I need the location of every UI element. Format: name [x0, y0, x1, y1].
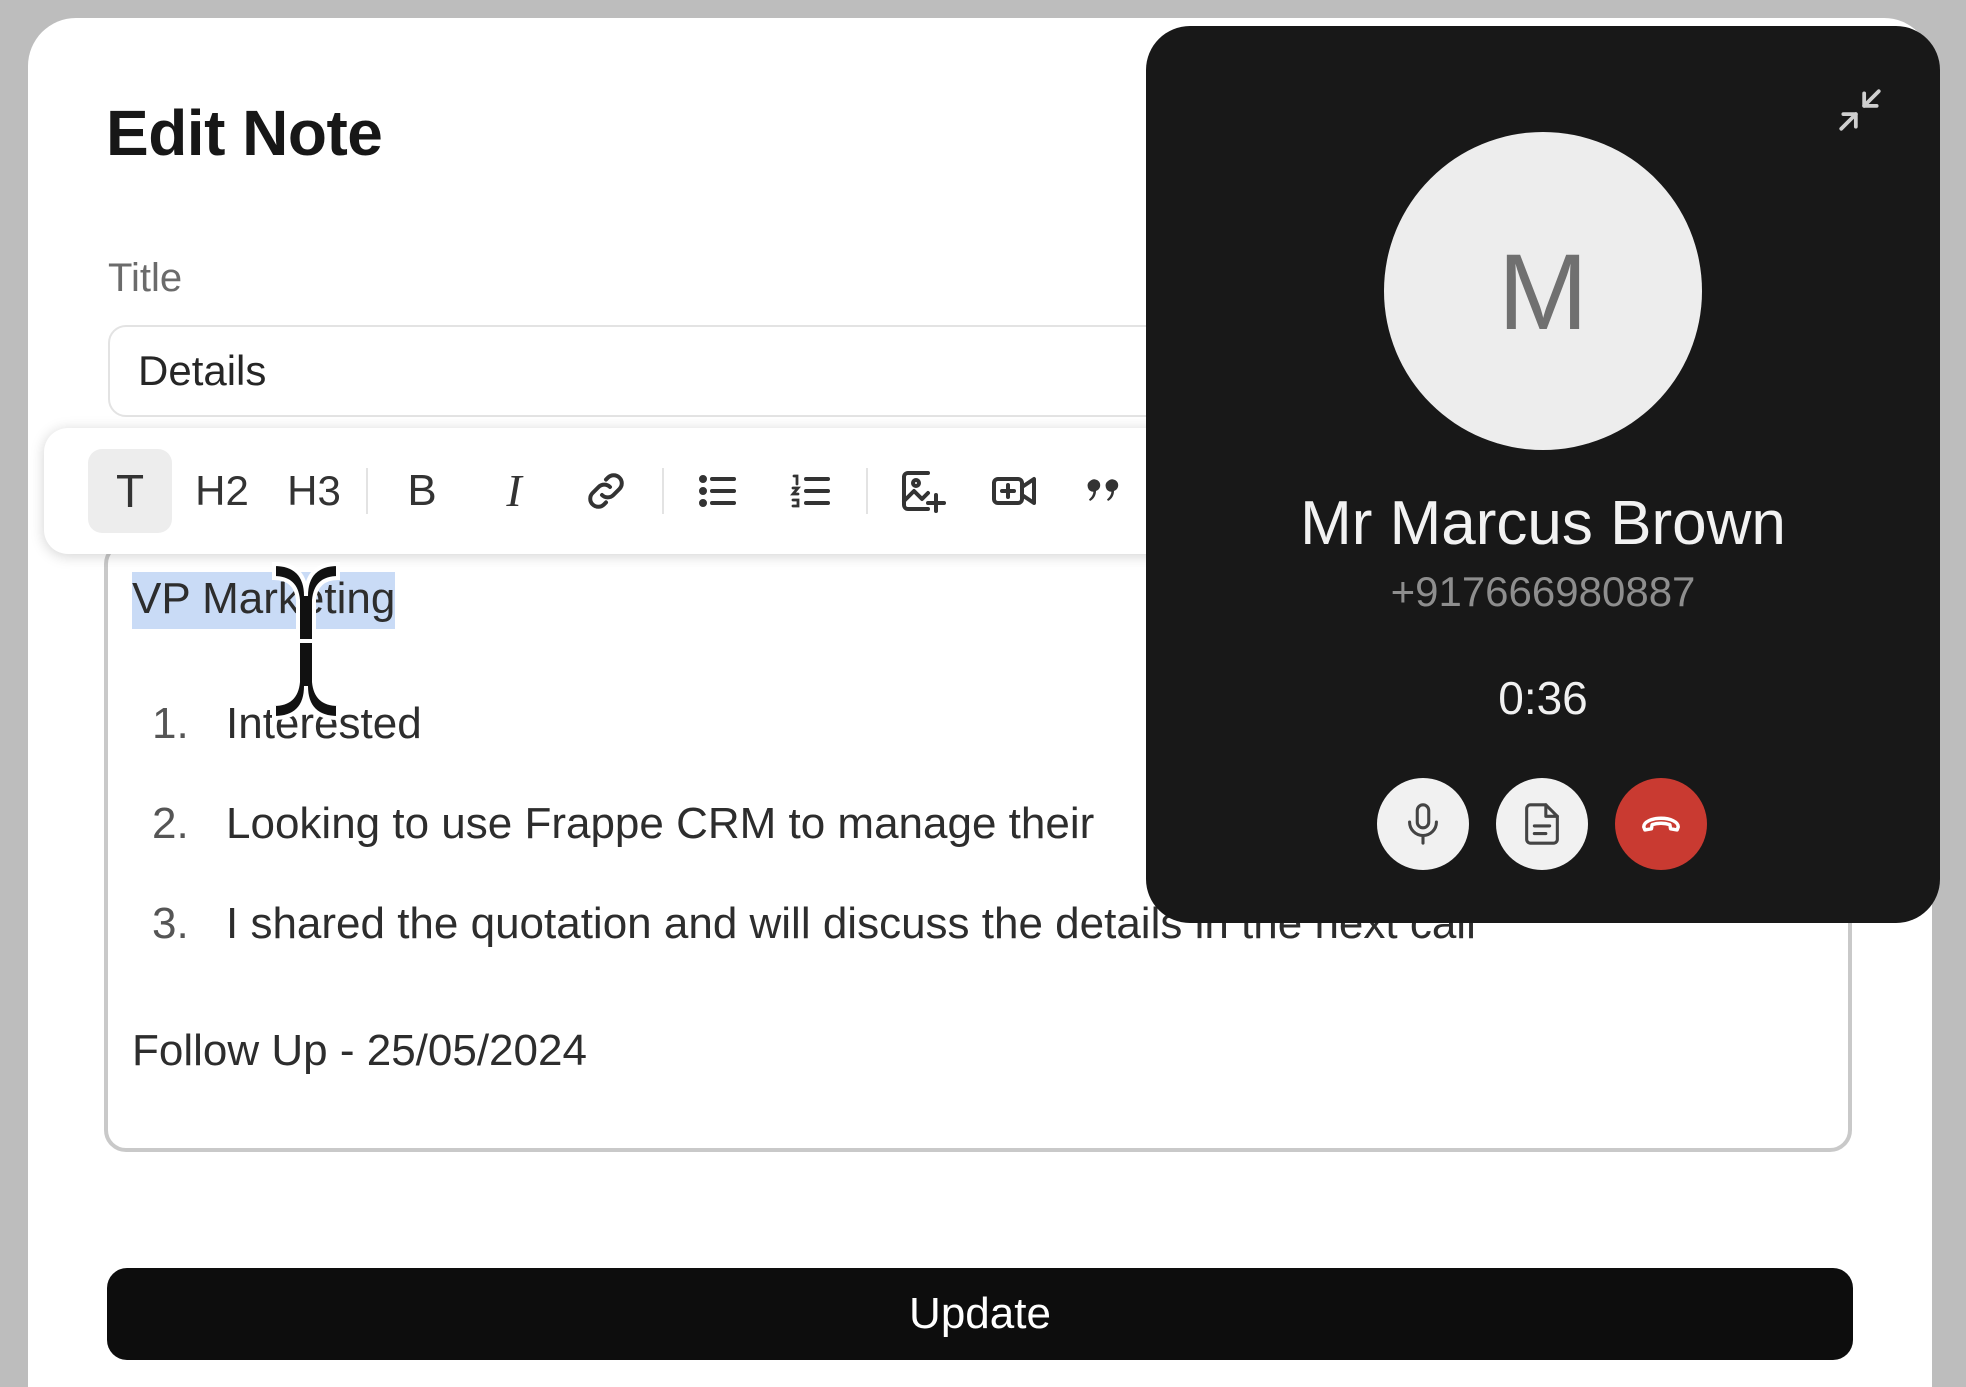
bold-icon: B — [407, 466, 437, 515]
call-timer: 0:36 — [1498, 672, 1588, 724]
paragraph-button[interactable]: T — [88, 449, 172, 533]
end-call-button[interactable] — [1615, 778, 1707, 870]
quote-icon — [1087, 479, 1119, 501]
note-icon — [1525, 803, 1559, 845]
heading2-icon: H2 — [195, 467, 249, 514]
paragraph-icon: T — [115, 465, 145, 517]
heading3-button[interactable]: H3 — [272, 449, 356, 533]
numbered-list-icon — [790, 474, 830, 508]
insert-video-button[interactable] — [972, 449, 1056, 533]
list-item: Looking to use Frappe CRM to manage thei… — [226, 799, 1095, 848]
microphone-icon — [1408, 803, 1438, 845]
add-note-button[interactable] — [1496, 778, 1588, 870]
toolbar-divider — [662, 468, 664, 514]
video-add-icon — [992, 477, 1036, 505]
call-panel: M Mr Marcus Brown +917666980887 0:36 — [1146, 26, 1940, 923]
follow-up-line: Follow Up - 25/05/2024 — [132, 1026, 587, 1075]
caller-name: Mr Marcus Brown — [1300, 489, 1786, 558]
italic-icon: I — [506, 465, 522, 516]
hang-up-icon — [1642, 816, 1680, 832]
minimize-icon — [1839, 89, 1881, 131]
blockquote-button[interactable] — [1064, 449, 1148, 533]
heading3-icon: H3 — [287, 467, 341, 514]
link-icon — [588, 473, 624, 509]
mute-button[interactable] — [1377, 778, 1469, 870]
list-number: 1. — [152, 699, 189, 748]
editor-toolbar: T H2 H3 B I — [44, 428, 1216, 554]
title-field-label: Title — [108, 256, 183, 300]
heading2-button[interactable]: H2 — [180, 449, 264, 533]
minimize-button[interactable] — [1828, 78, 1892, 142]
avatar: M — [1384, 132, 1702, 450]
list-number: 2. — [152, 799, 189, 848]
list-number: 3. — [152, 899, 189, 948]
link-button[interactable] — [564, 449, 648, 533]
toolbar-divider — [366, 468, 368, 514]
numbered-list-button[interactable] — [768, 449, 852, 533]
image-add-icon — [902, 471, 946, 513]
text-cursor-icon — [272, 561, 340, 721]
toolbar-divider — [866, 468, 868, 514]
update-button[interactable]: Update — [107, 1268, 1853, 1360]
italic-button[interactable]: I — [472, 449, 556, 533]
modal-title: Edit Note — [106, 97, 383, 169]
caller-phone: +917666980887 — [1390, 568, 1696, 615]
bullet-list-button[interactable] — [676, 449, 760, 533]
bold-button[interactable]: B — [380, 449, 464, 533]
insert-image-button[interactable] — [880, 449, 964, 533]
bullet-list-icon — [699, 475, 736, 507]
